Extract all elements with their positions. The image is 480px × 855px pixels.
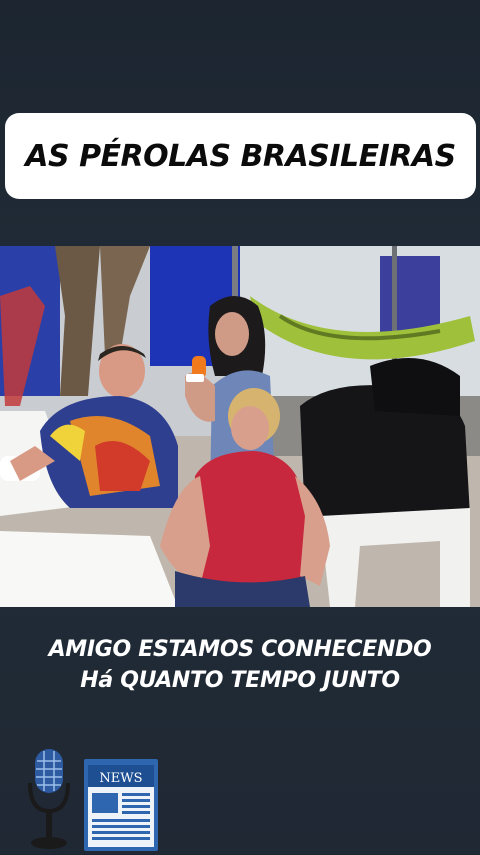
video-frame[interactable]	[0, 246, 480, 607]
page-title: AS PÉROLAS BRASILEIRAS	[25, 138, 456, 174]
video-scene	[0, 246, 480, 607]
caption-line-2: Há QUANTO TEMPO JUNTO	[80, 668, 400, 693]
microphone-icon	[28, 749, 70, 849]
title-banner: AS PÉROLAS BRASILEIRAS	[5, 113, 476, 199]
subtitle-caption: AMIGO ESTAMOS CONHECENDO Há QUANTO TEMPO…	[0, 634, 480, 696]
caption-line-1: AMIGO ESTAMOS CONHECENDO	[48, 637, 432, 662]
news-label: NEWS	[99, 771, 142, 786]
newspaper-icon: NEWS	[84, 759, 160, 851]
